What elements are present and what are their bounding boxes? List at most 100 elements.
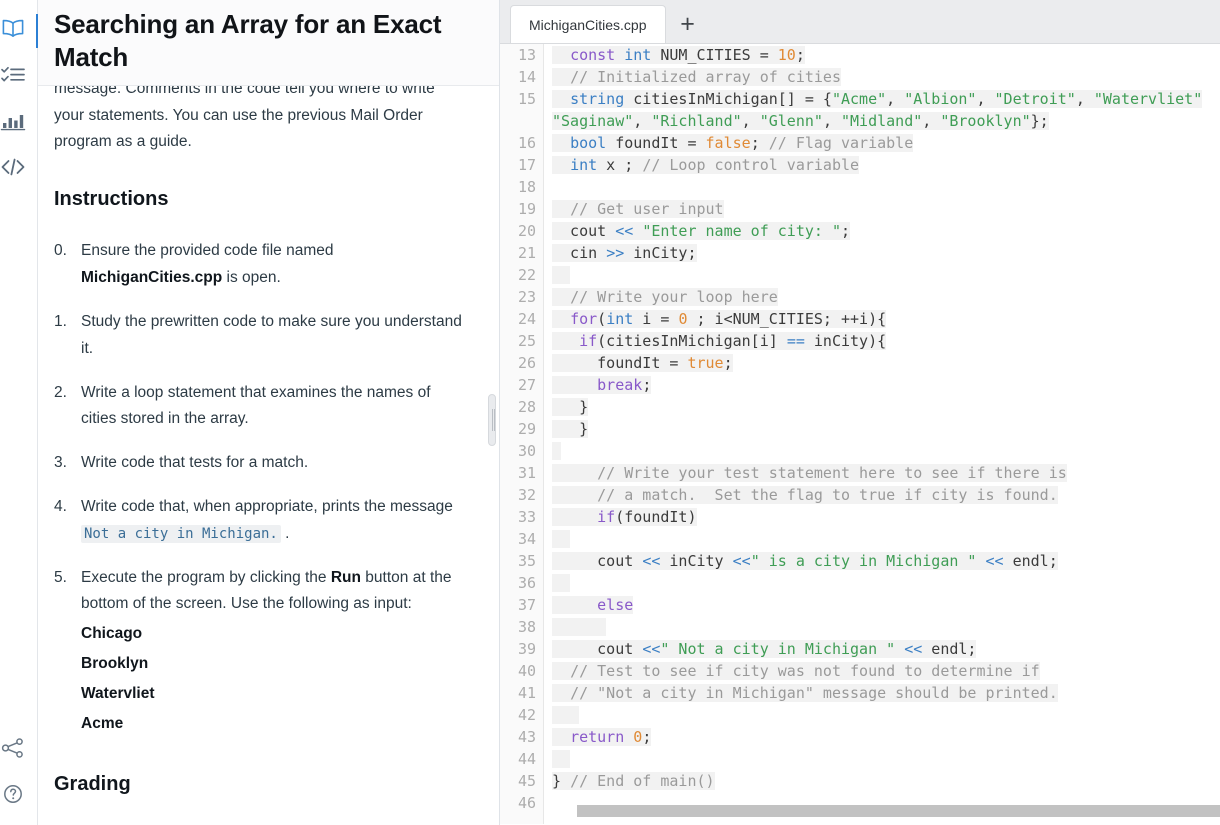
inline-code: Not a city in Michigan. <box>81 525 281 543</box>
code-line-content: } <box>552 420 588 438</box>
code-token: i = <box>633 310 678 328</box>
code-token <box>615 46 624 64</box>
code-line[interactable]: if(foundIt) <box>552 506 1220 528</box>
scrollbar-thumb[interactable] <box>488 394 496 446</box>
code-line[interactable] <box>552 440 1220 462</box>
code-line[interactable]: cin >> inCity; <box>552 242 1220 264</box>
instructions-header: Searching an Array for an Exact Match <box>38 0 499 86</box>
code-line[interactable]: // Write your loop here <box>552 286 1220 308</box>
code-line-content: // "Not a city in Michigan" message shou… <box>552 684 1058 702</box>
code-token: == <box>787 332 805 350</box>
code-line[interactable]: for(int i = 0 ; i<NUM_CITIES; ++i){ <box>552 308 1220 330</box>
code-line-content: int x ; // Loop control variable <box>552 156 859 174</box>
code-line[interactable] <box>552 572 1220 594</box>
code-line-content: const int NUM_CITIES = 10; <box>552 46 805 64</box>
code-token <box>552 618 606 636</box>
code-icon <box>0 157 26 182</box>
code-line[interactable]: return 0; <box>552 726 1220 748</box>
code-line-content <box>552 574 570 592</box>
code-token: break <box>597 376 642 394</box>
code-token <box>552 596 597 614</box>
code-line[interactable]: // a match. Set the flag to true if city… <box>552 484 1220 506</box>
code-line[interactable]: } // End of main() <box>552 770 1220 792</box>
scrollbar-track[interactable] <box>490 76 494 825</box>
code-line[interactable]: break; <box>552 374 1220 396</box>
code-line[interactable] <box>552 176 1220 198</box>
code-token: << <box>642 552 660 570</box>
code-token <box>552 90 570 108</box>
code-line-content: cout << inCity <<" is a city in Michigan… <box>552 552 1058 570</box>
new-tab-button[interactable]: + <box>666 5 710 43</box>
code-token: ; <box>841 222 850 240</box>
code-line[interactable] <box>552 748 1220 770</box>
code-line-content: // Get user input <box>552 200 724 218</box>
step-text: Execute the program by clicking the Run … <box>81 569 452 613</box>
code-token: true <box>687 354 723 372</box>
line-number-gutter: 131415·161718192021222324252627282930313… <box>500 44 544 825</box>
code-token: ; i<NUM_CITIES; ++i){ <box>687 310 886 328</box>
code-token <box>552 530 570 548</box>
code-line[interactable]: string citiesInMichigan[] = {"Acme", "Al… <box>552 88 1220 110</box>
code-token: foundIt = <box>606 134 705 152</box>
sidebar-item-steps[interactable] <box>0 54 38 100</box>
sample-input-item: Brooklyn <box>81 649 469 679</box>
sidebar-item-progress[interactable] <box>0 100 38 146</box>
code-token: cout <box>552 552 642 570</box>
code-text-region[interactable]: const int NUM_CITIES = 10; // Initialize… <box>544 44 1220 825</box>
instruction-step: 1.Study the prewritten code to make sure… <box>54 309 469 363</box>
code-token: // Loop control variable <box>642 156 859 174</box>
code-token <box>633 222 642 240</box>
code-token: return <box>570 728 624 746</box>
code-line[interactable]: cout <<" Not a city in Michigan " << end… <box>552 638 1220 660</box>
step-number: 4. <box>54 494 78 521</box>
code-line[interactable]: // "Not a city in Michigan" message shou… <box>552 682 1220 704</box>
code-line[interactable] <box>552 616 1220 638</box>
code-token: inCity){ <box>805 332 886 350</box>
code-line[interactable]: // Write your test statement here to see… <box>552 462 1220 484</box>
code-line[interactable]: bool foundIt = false; // Flag variable <box>552 132 1220 154</box>
line-number: 19 <box>500 198 543 220</box>
code-line[interactable]: // Get user input <box>552 198 1220 220</box>
code-line[interactable]: else <box>552 594 1220 616</box>
sidebar-item-code[interactable] <box>0 146 38 192</box>
code-line[interactable]: foundIt = true; <box>552 352 1220 374</box>
code-line[interactable] <box>552 528 1220 550</box>
code-line-content: foundIt = true; <box>552 354 733 372</box>
code-line[interactable]: cout << inCity <<" is a city in Michigan… <box>552 550 1220 572</box>
hscrollbar-thumb[interactable] <box>577 805 1220 817</box>
bar-chart-icon <box>0 111 26 136</box>
editor-horizontal-scrollbar[interactable] <box>545 805 1220 817</box>
code-line[interactable]: "Saginaw", "Richland", "Glenn", "Midland… <box>552 110 1220 132</box>
code-line-content <box>552 442 561 460</box>
rail-bottom-group <box>0 727 38 819</box>
code-token: 0 <box>633 728 642 746</box>
sidebar-item-instructions[interactable] <box>0 8 38 54</box>
code-line[interactable]: const int NUM_CITIES = 10; <box>552 44 1220 66</box>
sample-input-item: Acme <box>81 709 469 739</box>
grading-heading: Grading <box>54 767 469 801</box>
sidebar-item-help[interactable] <box>0 773 38 819</box>
code-line[interactable] <box>552 264 1220 286</box>
code-line[interactable] <box>552 704 1220 726</box>
instructions-scrollbar[interactable] <box>487 76 497 825</box>
code-line-content <box>552 266 570 284</box>
code-token: , <box>742 112 760 130</box>
code-token <box>976 552 985 570</box>
line-number: 23 <box>500 286 543 308</box>
code-token <box>552 442 561 460</box>
code-line[interactable]: } <box>552 418 1220 440</box>
code-line[interactable]: cout << "Enter name of city: "; <box>552 220 1220 242</box>
code-line[interactable]: } <box>552 396 1220 418</box>
code-token <box>552 684 570 702</box>
code-token: ( <box>597 310 606 328</box>
code-token: << <box>615 222 633 240</box>
code-token: } <box>552 772 570 790</box>
code-line[interactable]: // Test to see if city was not found to … <box>552 660 1220 682</box>
code-token: cout <box>552 640 642 658</box>
code-line[interactable]: int x ; // Loop control variable <box>552 154 1220 176</box>
sidebar-item-share[interactable] <box>0 727 38 773</box>
tab-michigancities-cpp[interactable]: MichiganCities.cpp <box>510 5 666 43</box>
code-line[interactable]: // Initialized array of cities <box>552 66 1220 88</box>
code-line-content <box>552 706 579 724</box>
code-line[interactable]: if(citiesInMichigan[i] == inCity){ <box>552 330 1220 352</box>
